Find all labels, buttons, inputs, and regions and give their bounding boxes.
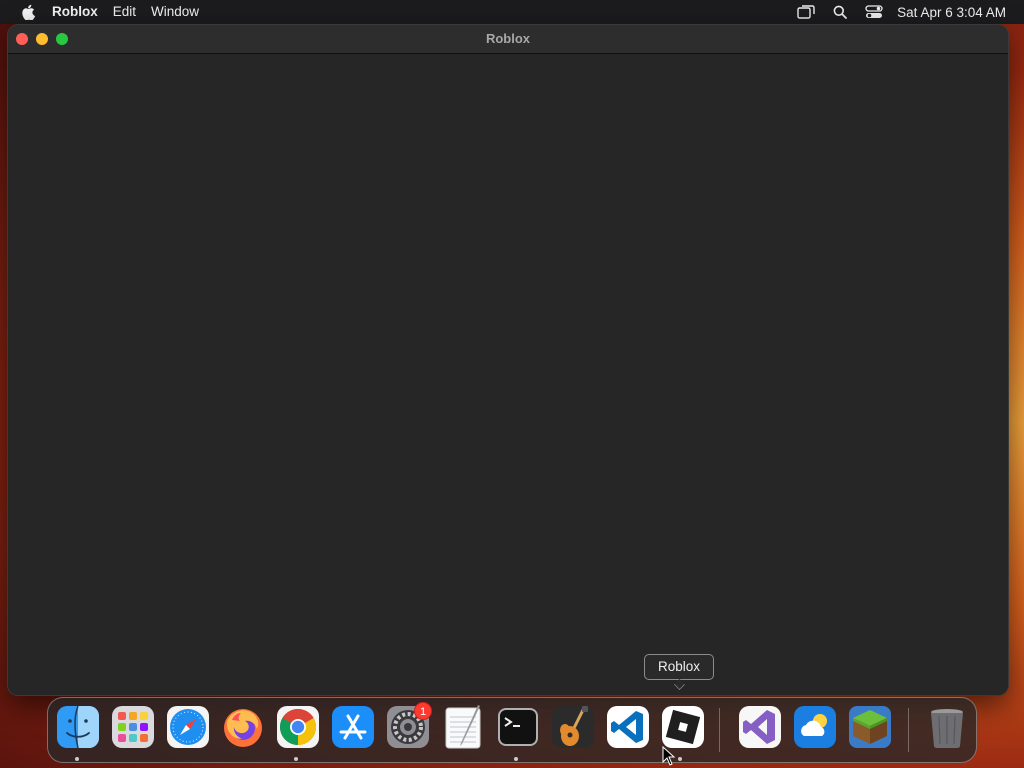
window-titlebar[interactable]: Roblox (8, 25, 1008, 54)
menu-window[interactable]: Window (151, 0, 214, 24)
dock-item-minecraft[interactable] (847, 704, 893, 750)
running-indicator-terminal (514, 757, 518, 761)
chrome-icon (277, 706, 319, 748)
app-store-icon (332, 706, 374, 748)
menu-edit[interactable]: Edit (113, 0, 151, 24)
apple-menu-icon[interactable] (18, 0, 38, 24)
menu-bar: Roblox Edit Window Sat Apr 6 3:04 AM (0, 0, 1024, 24)
control-center-icon[interactable] (863, 3, 885, 21)
finder-icon (57, 705, 99, 749)
vscode-icon (607, 706, 649, 748)
mouse-pointer-icon (662, 746, 676, 766)
dock-item-garageband[interactable] (550, 704, 596, 750)
window-content[interactable] (8, 54, 1008, 695)
textedit-icon (445, 705, 481, 749)
dock-item-firefox[interactable] (220, 704, 266, 750)
terminal-icon (498, 708, 538, 746)
firefox-icon (224, 709, 262, 747)
roblox-window: Roblox (8, 25, 1008, 695)
dock-item-vscode[interactable] (605, 704, 651, 750)
minecraft-icon (849, 706, 891, 748)
running-indicator-chrome (294, 757, 298, 761)
screen-mirroring-icon[interactable] (795, 3, 817, 21)
dock-tooltip: Roblox (644, 654, 714, 680)
dock-divider (908, 708, 909, 752)
launchpad-icon (112, 706, 154, 748)
dock-item-chrome[interactable] (275, 704, 321, 750)
system-settings-badge: 1 (414, 702, 432, 720)
running-indicator-roblox (678, 757, 682, 761)
dock-item-launchpad[interactable] (110, 704, 156, 750)
menu-bar-clock[interactable]: Sat Apr 6 3:04 AM (897, 5, 1006, 20)
dock-item-weather[interactable] (792, 704, 838, 750)
dock-item-finder[interactable] (55, 704, 101, 750)
dock-item-app-store[interactable] (330, 704, 376, 750)
dock (47, 697, 977, 763)
trash-icon (931, 709, 963, 748)
running-indicator-finder (75, 757, 79, 761)
roblox-icon (662, 706, 704, 748)
dock-item-visual-studio[interactable] (737, 704, 783, 750)
dock-divider (719, 708, 720, 752)
dock-item-terminal[interactable] (495, 704, 541, 750)
dock-item-roblox[interactable] (660, 704, 706, 750)
dock-item-trash[interactable] (924, 704, 970, 750)
visual-studio-icon (739, 706, 781, 748)
dock-item-safari[interactable] (165, 704, 211, 750)
menu-app-name[interactable]: Roblox (52, 0, 113, 24)
safari-icon (167, 706, 209, 748)
garageband-icon (552, 706, 594, 748)
dock-item-textedit[interactable] (440, 704, 486, 750)
search-icon[interactable] (829, 3, 851, 21)
window-title: Roblox (485, 31, 531, 46)
weather-icon (794, 706, 836, 748)
